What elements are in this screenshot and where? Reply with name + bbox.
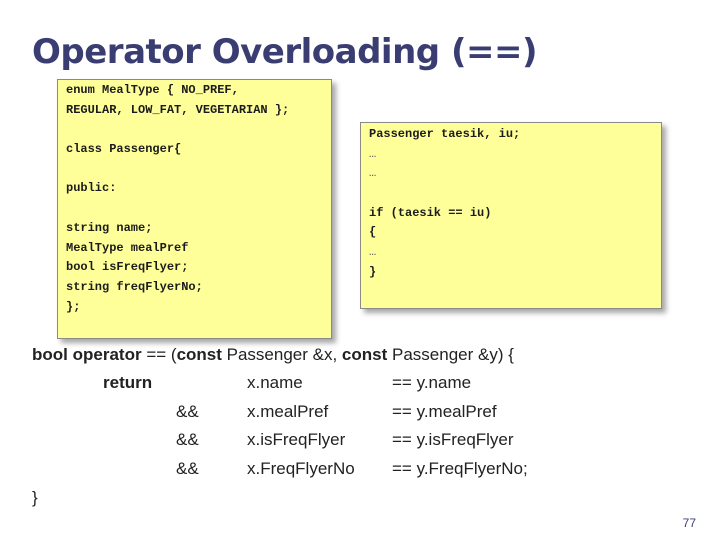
code-line: string name; xyxy=(66,220,153,235)
keyword-operator: operator xyxy=(72,345,142,364)
class-definition-code-box: enum MealType { NO_PREF, REGULAR, LOW_FAT… xyxy=(57,79,332,339)
function-signature: bool operator == (const Passenger &x, co… xyxy=(32,340,692,369)
code-line: public: xyxy=(66,181,117,196)
code-line: string freqFlyerNo; xyxy=(66,279,203,294)
usage-example-code-box: Passenger taesik, iu; … … if (taesik == iu)… xyxy=(360,122,662,309)
condition-row: && x.mealPref == y.mealPref xyxy=(32,397,692,426)
code-line: … xyxy=(369,245,377,260)
code-line: MealType mealPref xyxy=(66,240,189,255)
keyword-const: const xyxy=(341,345,388,364)
keyword-const: const xyxy=(176,345,222,364)
lhs-expression: x.FreqFlyerNo xyxy=(247,459,355,478)
page-number: 77 xyxy=(682,516,696,530)
closing-brace: } xyxy=(32,488,38,507)
rhs-expression: == y.name xyxy=(392,373,472,392)
code-line: }; xyxy=(66,299,81,314)
code-line: … xyxy=(369,166,377,181)
keyword-bool: bool xyxy=(32,345,68,364)
condition-row: && x.FreqFlyerNo == y.FreqFlyerNo; xyxy=(32,454,692,483)
keyword-return: return xyxy=(103,373,153,392)
condition-row: && x.isFreqFlyer == y.isFreqFlyer xyxy=(32,425,692,454)
lhs-expression: x.mealPref xyxy=(247,402,329,421)
return-row: return x.name == y.name xyxy=(32,368,692,397)
and-operator: && xyxy=(176,459,199,478)
code-line: if (taesik == iu) xyxy=(369,205,492,220)
code-line: { xyxy=(369,225,377,240)
parameter-x: Passenger &x, xyxy=(221,345,342,364)
code-line: bool isFreqFlyer; xyxy=(66,260,189,275)
rhs-expression: == y.mealPref xyxy=(392,402,497,421)
rhs-expression: == y.isFreqFlyer xyxy=(392,430,514,449)
code-line: } xyxy=(369,264,377,279)
closing-brace-row: } xyxy=(32,483,92,512)
lhs-expression: x.isFreqFlyer xyxy=(247,430,346,449)
parameter-y: Passenger &y) { xyxy=(387,345,514,364)
code-line: … xyxy=(369,146,377,161)
and-operator: && xyxy=(176,402,199,421)
and-operator: && xyxy=(176,430,199,449)
slide-title: Operator Overloading (==) xyxy=(32,32,538,72)
rhs-expression: == y.FreqFlyerNo; xyxy=(392,459,528,478)
lhs-expression: x.name xyxy=(247,373,303,392)
code-line: Passenger taesik, iu; xyxy=(369,127,521,141)
code-line: REGULAR, LOW_FAT, VEGETARIAN }; xyxy=(66,102,290,117)
code-line: class Passenger{ xyxy=(66,142,182,157)
code-line: enum MealType { NO_PREF, xyxy=(66,83,239,97)
operator-symbol: == ( xyxy=(141,345,177,364)
